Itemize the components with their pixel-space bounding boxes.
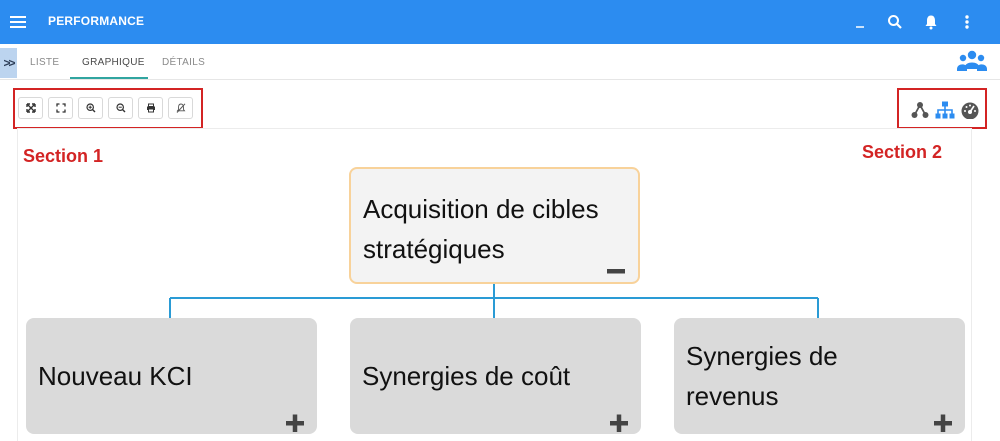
section2-highlight <box>897 88 987 129</box>
node-title-line1: Acquisition de cibles <box>363 194 599 224</box>
tab-details[interactable]: DÉTAILS <box>162 57 205 68</box>
collapse-icon[interactable] <box>606 252 626 274</box>
chart-node-synergies-revenus[interactable]: Synergies de revenus <box>674 318 965 434</box>
active-tab-indicator <box>70 77 148 79</box>
section1-highlight <box>13 88 203 129</box>
search-icon[interactable] <box>883 10 907 34</box>
node-title-line2: revenus <box>686 381 779 411</box>
chart-node-root[interactable]: Acquisition de cibles stratégiques <box>349 167 640 284</box>
node-title: Synergies de coût <box>362 361 571 391</box>
users-icon[interactable] <box>957 49 987 75</box>
expand-node-icon[interactable] <box>933 404 953 432</box>
chart-node-nouveau-kci[interactable]: Nouveau KCI <box>26 318 317 434</box>
expand-node-icon[interactable] <box>609 404 629 432</box>
more-vertical-icon[interactable] <box>955 10 979 34</box>
section1-label: Section 1 <box>23 146 104 166</box>
app-header: PERFORMANCE <box>0 0 1000 44</box>
section2-label: Section 2 <box>862 142 943 162</box>
node-title-line1: Synergies de <box>686 341 838 371</box>
minimize-icon[interactable] <box>848 10 872 34</box>
chart-node-synergies-cout[interactable]: Synergies de coût <box>350 318 641 434</box>
expand-node-icon[interactable] <box>285 404 305 432</box>
tab-graphique[interactable]: GRAPHIQUE <box>82 57 145 68</box>
node-title-line2: stratégiques <box>363 234 505 264</box>
app-title: PERFORMANCE <box>48 14 145 28</box>
tab-liste[interactable]: LISTE <box>30 57 59 68</box>
menu-icon[interactable] <box>10 13 26 31</box>
bell-icon[interactable] <box>919 10 943 34</box>
sidebar-expander[interactable]: >> <box>0 48 17 78</box>
node-title: Nouveau KCI <box>38 361 193 391</box>
tab-bar: >> LISTE GRAPHIQUE DÉTAILS <box>0 44 1000 80</box>
